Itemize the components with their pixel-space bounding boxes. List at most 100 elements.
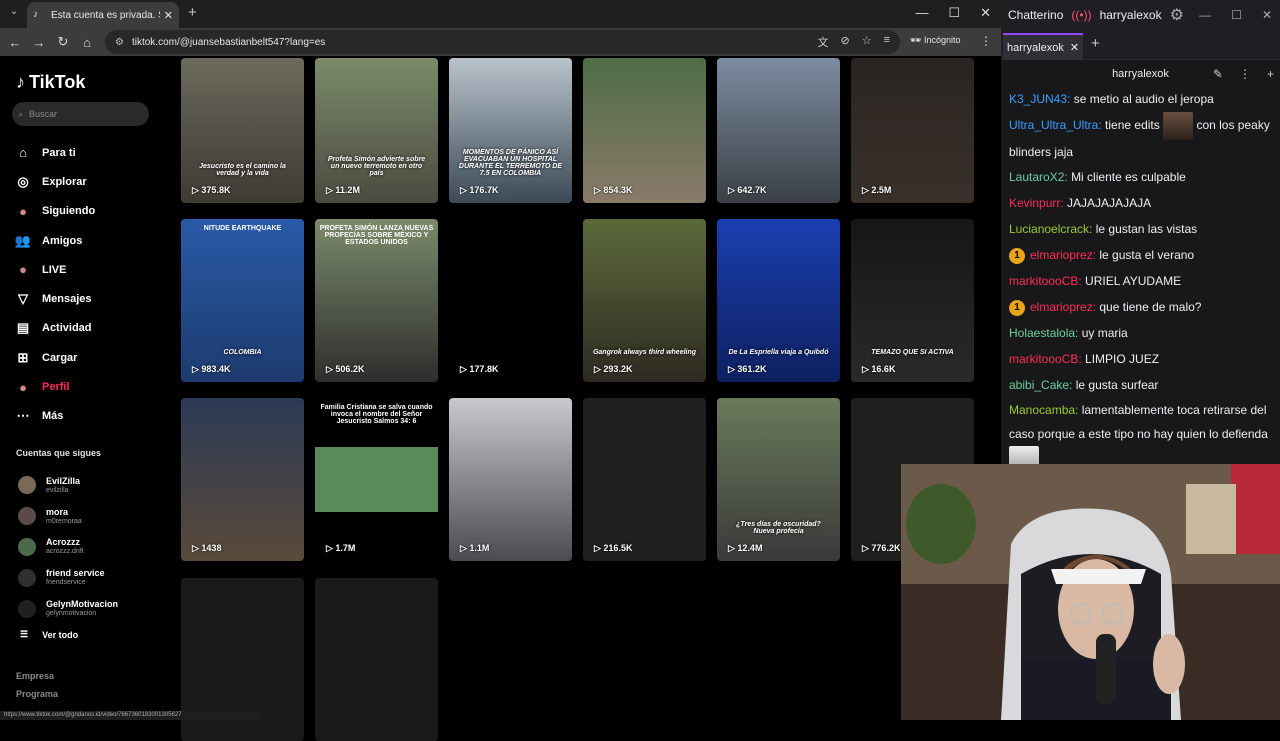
chat-username[interactable]: markitoooCB:	[1009, 352, 1082, 366]
search-input[interactable]: ⌕ Buscar	[12, 102, 149, 126]
chat-message: 1 elmarioprez: que tiene de malo?	[1009, 294, 1275, 320]
following-account[interactable]: EvilZilla evilzilla	[18, 470, 118, 501]
video-thumbnail[interactable]: ¿Tres días de oscuridad? Nueva profecía ▷…	[717, 398, 840, 561]
reload-icon[interactable]: ↻	[51, 34, 75, 50]
pen-icon[interactable]: ✎	[1213, 60, 1223, 88]
tab-harryalexok[interactable]: harryalexok ✕	[1003, 33, 1084, 60]
live-icon: ●	[19, 262, 27, 278]
address-bar[interactable]: ⚙ tiktok.com/@juansebastianbelt547?lang=…	[105, 30, 900, 54]
chat-username[interactable]: Ultra_Ultra_Ultra:	[1009, 118, 1102, 132]
video-thumbnail[interactable]: De La Espriella viaja a Quibdó ▷ 361.2K	[717, 218, 840, 382]
account-name[interactable]: harryalexok	[1100, 8, 1162, 22]
play-icon: ▷	[728, 363, 738, 374]
nav-item-amigos[interactable]: 👥 Amigos	[14, 226, 95, 255]
following-account[interactable]: friend service friendservice	[18, 562, 118, 593]
incognito-label: Incógnito	[923, 35, 961, 45]
chat-username[interactable]: Lucianoelcrack:	[1009, 222, 1092, 236]
nav-item-mensajes[interactable]: ▽ Mensajes	[14, 284, 95, 313]
bookmark-star-icon[interactable]: ☆	[862, 34, 872, 50]
footer-link-empresa[interactable]: Empresa	[16, 671, 54, 681]
following-account[interactable]: GelynMotivacion gelynmotivacion	[18, 593, 118, 624]
reading-list-icon[interactable]: ≡	[884, 34, 890, 50]
maximize-icon[interactable]: ☐	[1231, 8, 1242, 22]
chat-username[interactable]: Manocamba:	[1009, 403, 1078, 417]
video-thumbnail[interactable]: Familia Cristiana se salva cuando invoca…	[315, 398, 438, 561]
play-icon: ▷	[594, 185, 604, 195]
chat-username[interactable]: elmarioprez:	[1030, 300, 1096, 314]
nav-item-cargar[interactable]: ⊞ Cargar	[14, 343, 95, 372]
chat-username[interactable]: Kevinpurr:	[1009, 196, 1064, 210]
nav-item-live[interactable]: ● LIVE	[14, 255, 95, 284]
translate-icon[interactable]: 文	[817, 34, 828, 50]
video-thumbnail[interactable]: Gangrok always third wheeling ▷ 293.2K	[583, 218, 706, 382]
close-tab-icon[interactable]: ✕	[1070, 41, 1079, 54]
eye-off-icon[interactable]: ⊘	[840, 34, 849, 50]
video-thumbnail[interactable]: PROFETA SIMÓN LANZA NUEVAS PROFECÍAS SOB…	[315, 218, 438, 382]
nav-item-m-s[interactable]: ⋯ Más	[14, 402, 95, 431]
minimize-icon[interactable]: —	[1199, 8, 1211, 22]
video-thumbnail[interactable]	[315, 577, 438, 741]
account-text: mora m0remoraa	[46, 507, 82, 526]
menu-dots-icon[interactable]: ⋮	[1239, 60, 1251, 88]
following-account[interactable]: mora m0remoraa	[18, 501, 118, 532]
browser-menu-icon[interactable]: ⋮	[980, 34, 992, 48]
following-avatar-icon: ●	[19, 203, 27, 219]
video-thumbnail[interactable]: ▷ 177.8K	[449, 218, 572, 382]
following-account[interactable]: Acrozzz acrozzz.drift	[18, 532, 118, 563]
account-name: Acrozzz	[46, 537, 81, 548]
live-signal-icon: ((•))	[1071, 8, 1092, 22]
chat-username[interactable]: K3_JUN43:	[1009, 92, 1070, 106]
home-browser-icon[interactable]: ⌂	[75, 35, 99, 50]
new-tab-icon[interactable]: +	[188, 4, 197, 21]
profile-avatar-icon: ●	[19, 379, 27, 395]
chat-username[interactable]: elmarioprez:	[1030, 248, 1096, 262]
add-split-icon[interactable]: +	[1267, 60, 1274, 88]
video-thumbnail[interactable]: ▷ 216.5K	[583, 398, 706, 561]
chat-username[interactable]: LautaroX2:	[1009, 170, 1068, 184]
footer-link-programa[interactable]: Programa	[16, 689, 58, 699]
chat-username[interactable]: abibi_Cake:	[1009, 378, 1072, 392]
channel-name[interactable]: harryalexok	[1112, 68, 1169, 80]
see-all-link[interactable]: ☰ Ver todo	[20, 629, 78, 640]
add-tab-icon[interactable]: +	[1091, 35, 1100, 52]
chat-titlebar: Chatterino ((•)) harryalexok ⚙ — ☐ ✕	[1001, 0, 1280, 30]
nav-item-actividad[interactable]: ▤ Actividad	[14, 314, 95, 343]
site-info-icon[interactable]: ⚙	[115, 37, 124, 48]
maximize-icon[interactable]: ☐	[948, 5, 960, 21]
video-thumbnail[interactable]: Jesucristo es el camino la verdad y la v…	[181, 58, 304, 203]
nav-item-para-ti[interactable]: ⌂ Para ti	[14, 138, 95, 167]
play-icon: ▷	[594, 543, 604, 553]
settings-gear-icon[interactable]: ⚙	[1170, 5, 1184, 25]
close-window-icon[interactable]: ✕	[1262, 8, 1272, 22]
view-count: ▷ 11.2M	[326, 185, 360, 196]
video-thumbnail[interactable]: ▷ 854.3K	[583, 58, 706, 203]
nav-item-perfil[interactable]: ● Perfil	[14, 372, 95, 401]
video-thumbnail[interactable]: ▷ 2.5M	[851, 58, 974, 203]
chat-message: markitoooCB: LIMPIO JUEZ	[1009, 346, 1275, 372]
video-thumbnail[interactable]: ▷ 1.1M	[449, 398, 572, 561]
minimize-icon[interactable]: —	[915, 5, 928, 21]
browser-window: ⌄ ♪ Esta cuenta es privada. Sigue es ✕ +…	[0, 0, 1001, 741]
close-tab-icon[interactable]: ✕	[164, 9, 173, 22]
logo-text: TikTok	[29, 72, 86, 92]
video-thumbnail[interactable]: MOMENTOS DE PÁNICO ASÍ EVACUABAN UN HOSP…	[449, 58, 572, 203]
close-window-icon[interactable]: ✕	[980, 5, 991, 21]
incognito-indicator[interactable]: 🕶 Incógnito	[910, 35, 960, 46]
browser-tab[interactable]: ♪ Esta cuenta es privada. Sigue es ✕	[27, 2, 179, 28]
view-count: ▷ 854.3K	[594, 185, 632, 196]
tiktok-logo[interactable]: ♪ TikTok	[16, 72, 85, 93]
nav-item-siguiendo[interactable]: ● Siguiendo	[14, 197, 95, 226]
nav-item-explorar[interactable]: ◎ Explorar	[14, 167, 95, 196]
video-thumbnail[interactable]: Profeta Simón advierte sobre un nuevo te…	[315, 58, 438, 203]
tab-search-icon[interactable]: ⌄	[6, 6, 22, 22]
video-thumbnail[interactable]: ▷ 642.7K	[717, 58, 840, 203]
video-thumbnail[interactable]: TEMAZO QUE SI ACTIVA ▷ 16.6K	[851, 218, 974, 382]
forward-icon[interactable]: →	[27, 35, 51, 50]
video-thumbnail[interactable]: ▷ 1438	[181, 398, 304, 561]
chat-username[interactable]: Holaestalola:	[1009, 326, 1078, 340]
play-icon: ▷	[728, 185, 738, 195]
view-count: ▷ 1.1M	[460, 543, 489, 554]
back-icon[interactable]: ←	[3, 35, 27, 50]
chat-username[interactable]: markitoooCB:	[1009, 274, 1082, 288]
video-thumbnail[interactable]: NITUDE EARTHQUAKE COLOMBIA ▷ 983.4K	[181, 218, 304, 382]
